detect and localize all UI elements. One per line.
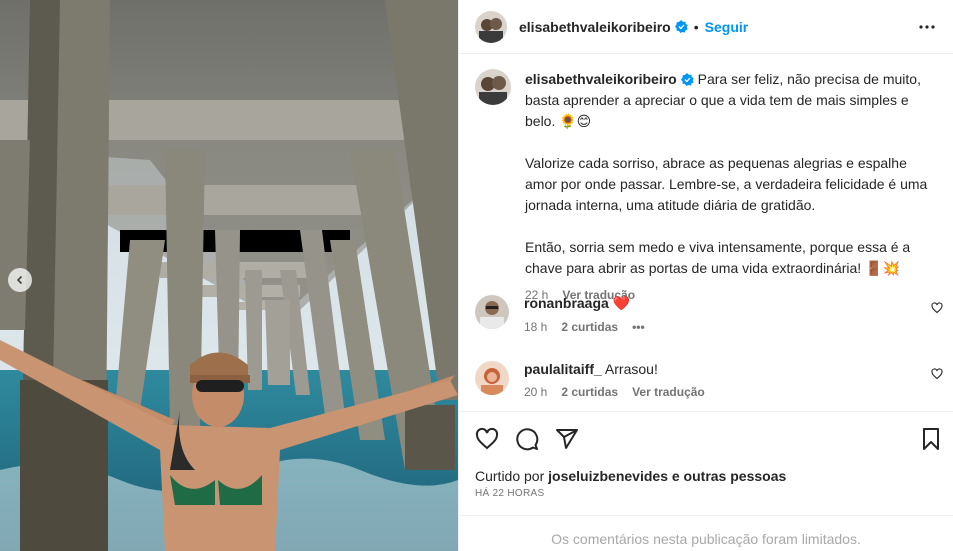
caption-text-2: Valorize cada sorriso, abrace as pequena… xyxy=(525,155,928,213)
comment-meta: 20 h 2 curtidas Ver tradução xyxy=(524,385,705,399)
caption-text-3: Então, sorria sem medo e viva intensamen… xyxy=(525,239,911,276)
post-actions-bar xyxy=(459,411,953,465)
carousel-prev-button[interactable] xyxy=(8,268,32,292)
comments-scroll-area[interactable]: elisabethvaleikoribeiro Para ser feliz, … xyxy=(459,55,953,410)
comment-item: ronanbraaga ❤️ 18 h 2 curtidas ••• xyxy=(459,295,953,334)
comment-like-heart-icon[interactable] xyxy=(931,367,943,383)
comment-like-heart-icon[interactable] xyxy=(931,301,943,317)
commenter-username[interactable]: paulalitaiff_ xyxy=(524,361,602,377)
separator-dot: • xyxy=(693,18,699,35)
chevron-left-icon xyxy=(15,275,25,285)
author-username[interactable]: elisabethvaleikoribeiro xyxy=(519,19,671,35)
comments-limited-notice: Os comentários nesta publicação foram li… xyxy=(459,515,953,551)
comment-more-options[interactable]: ••• xyxy=(632,320,645,334)
commenter-avatar[interactable] xyxy=(475,295,509,329)
post-time-ago[interactable]: HÁ 22 HORAS xyxy=(475,488,544,499)
post-side-panel: elisabethvaleikoribeiro • Seguir elisabe… xyxy=(458,0,953,551)
liked-by-line: Curtido por joseluizbenevides e outras p… xyxy=(475,468,786,484)
comment-meta: 18 h 2 curtidas ••• xyxy=(524,320,645,334)
caption-first-paragraph: elisabethvaleikoribeiro Para ser feliz, … xyxy=(525,69,935,132)
comment-icon[interactable] xyxy=(515,427,539,451)
caption-author-avatar[interactable] xyxy=(475,69,511,105)
bookmark-icon[interactable] xyxy=(919,427,943,451)
comment-time[interactable]: 20 h xyxy=(524,385,547,399)
verified-badge-icon xyxy=(674,20,688,33)
instagram-post-modal: elisabethvaleikoribeiro • Seguir elisabe… xyxy=(0,0,953,551)
liked-by-user[interactable]: joseluizbenevides xyxy=(548,468,668,484)
post-caption: elisabethvaleikoribeiro Para ser feliz, … xyxy=(459,55,953,306)
comment-likes-count[interactable]: 2 curtidas xyxy=(561,385,618,399)
liked-by-others[interactable]: e outras pessoas xyxy=(668,468,786,484)
verified-badge-icon xyxy=(680,73,694,86)
comment-likes-count[interactable]: 2 curtidas xyxy=(561,320,618,334)
commenter-avatar[interactable] xyxy=(475,361,509,395)
caption-username[interactable]: elisabethvaleikoribeiro xyxy=(525,71,677,87)
liked-by-prefix: Curtido por xyxy=(475,468,549,484)
post-header: elisabethvaleikoribeiro • Seguir xyxy=(459,0,953,54)
author-avatar[interactable] xyxy=(475,10,507,43)
post-photo[interactable] xyxy=(0,0,458,551)
comment-text: Arrasou! xyxy=(604,361,658,377)
commenter-username[interactable]: ronanbraaga xyxy=(524,295,609,311)
share-icon[interactable] xyxy=(555,427,579,451)
comment-time[interactable]: 18 h xyxy=(524,320,547,334)
comment-text: ❤️ xyxy=(612,295,631,311)
pier-beach-photo xyxy=(0,0,458,551)
comment-item: paulalitaiff_ Arrasou! 20 h 2 curtidas V… xyxy=(459,361,953,399)
follow-button[interactable]: Seguir xyxy=(705,19,749,35)
more-options-icon[interactable] xyxy=(917,17,937,37)
see-translation-link[interactable]: Ver tradução xyxy=(632,385,705,399)
heart-icon[interactable] xyxy=(475,427,499,451)
